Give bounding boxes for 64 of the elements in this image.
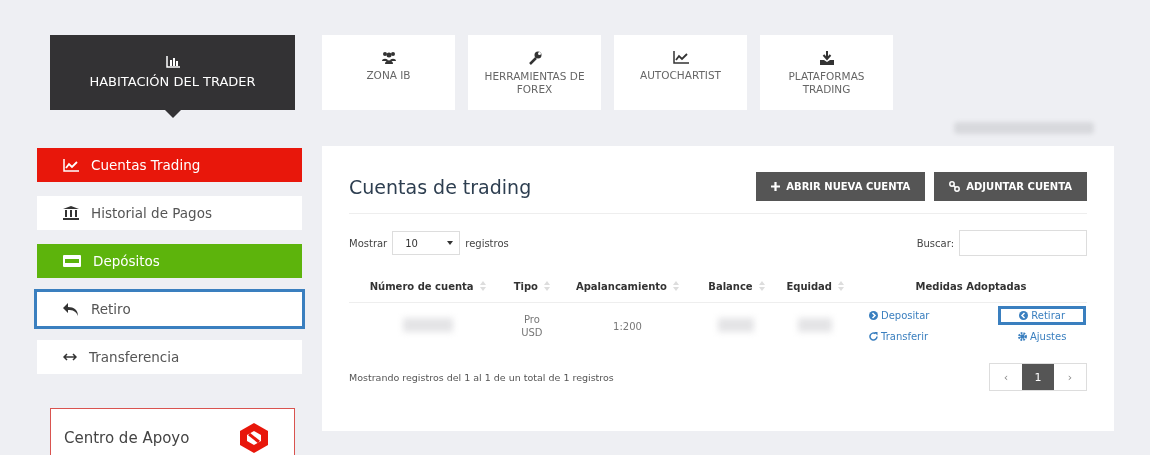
records-label: registros (465, 237, 509, 249)
table-cell: USD (521, 327, 543, 338)
search-label: Buscar: (916, 237, 954, 249)
sort-icon[interactable] (543, 281, 550, 291)
nav-tile[interactable]: PLATAFORMAS TRADING (760, 35, 893, 110)
users-icon (380, 51, 397, 64)
nav-tile[interactable]: ZONA IB (322, 35, 455, 110)
column-header[interactable]: Equidad (775, 270, 855, 303)
wrench-icon (527, 51, 542, 65)
sidebar-item[interactable]: Retiro (34, 289, 305, 329)
action-link[interactable]: Ajustes (1012, 327, 1072, 346)
support-title: Centro de Apoyo (64, 429, 190, 447)
column-header[interactable]: Balance (697, 270, 776, 303)
action-button[interactable]: ADJUNTAR CUENTA (934, 172, 1087, 201)
tile-label: ZONA IB (365, 69, 412, 82)
tile-label: HERRAMIENTAS DE FOREX (483, 70, 586, 96)
sort-icon[interactable] (479, 281, 486, 291)
table-cell: Pro (523, 314, 540, 325)
table-info: Mostrando registros del 1 al 1 de un total de 1 registros (349, 371, 614, 383)
tile-label: PLATAFORMAS TRADING (787, 70, 866, 96)
sidebar-item[interactable]: Transferencia (34, 337, 305, 377)
nav-tile[interactable]: AUTOCHARTIST (614, 35, 747, 110)
header-title: HABITACIÓN DEL TRADER (89, 74, 256, 89)
reply-icon (63, 302, 79, 316)
search-field[interactable] (959, 230, 1087, 256)
tile-label: AUTOCHARTIST (638, 69, 723, 82)
column-header: Medidas Adoptadas (855, 270, 1087, 303)
caret-icon (447, 241, 454, 245)
redacted-value (718, 318, 755, 332)
download-icon (819, 51, 834, 65)
line-chart-icon (63, 158, 79, 172)
show-label: Mostrar (349, 237, 388, 249)
action-link[interactable]: Transferir (864, 327, 934, 346)
plus-icon (771, 182, 781, 191)
card-icon (63, 255, 81, 267)
page-button[interactable]: 1 (1022, 364, 1054, 390)
action-link[interactable]: Depositar (864, 306, 935, 325)
redacted-value (798, 318, 833, 332)
sort-icon[interactable] (672, 281, 679, 291)
hexagon-logo-icon (240, 423, 268, 453)
panel-title: Cuentas de trading (349, 175, 532, 198)
action-button[interactable]: ABRIR NUEVA CUENTA (756, 172, 926, 201)
bar-chart-icon (165, 56, 180, 68)
sidebar-item[interactable]: Historial de Pagos (34, 193, 305, 233)
sort-icon[interactable] (758, 281, 765, 291)
gear-icon (1017, 332, 1027, 341)
redacted-value (402, 318, 453, 332)
action-link[interactable]: Retirar (998, 306, 1086, 325)
line-chart-icon (672, 51, 689, 64)
link-icon (949, 181, 961, 192)
back-circle-icon (1019, 311, 1029, 320)
column-header[interactable]: Número de cuenta (349, 270, 507, 303)
column-header[interactable]: Apalancamiento (557, 270, 698, 303)
refresh-icon (869, 332, 878, 341)
double-arrow-icon (63, 353, 77, 361)
sort-icon[interactable] (838, 281, 844, 291)
page-size-select[interactable]: 10 (392, 231, 461, 255)
sidebar-item[interactable]: Cuentas Trading (34, 145, 305, 185)
column-header[interactable]: Tipo (506, 270, 558, 303)
bank-icon (63, 206, 79, 220)
support-card[interactable]: Centro de Apoyo (50, 408, 295, 455)
table-cell: 1:200 (613, 320, 642, 332)
nav-tile[interactable]: HERRAMIENTAS DE FOREX (468, 35, 601, 110)
arrow-circle-icon (869, 311, 878, 320)
